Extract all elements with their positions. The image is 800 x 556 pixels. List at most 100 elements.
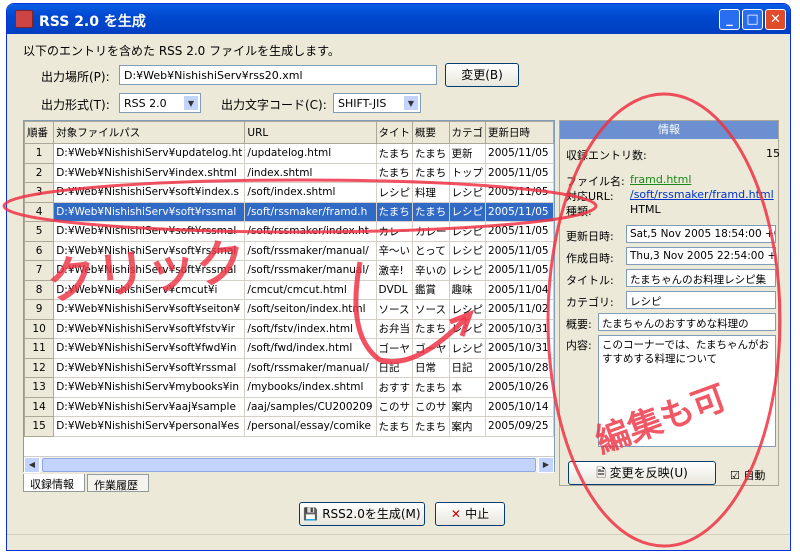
table-cell-category[interactable]: レシピ xyxy=(448,221,487,242)
table-cell-date[interactable]: 2005/10/14 xyxy=(485,396,554,417)
table-cell-url[interactable]: /updatelog.html xyxy=(244,143,377,164)
table-cell-num[interactable]: 12 xyxy=(24,357,55,378)
table-cell-summary[interactable]: ソース xyxy=(412,299,450,320)
table-cell-path[interactable]: D:¥Web¥NishishiServ¥soft¥fwd¥in xyxy=(53,338,246,359)
table-cell-category[interactable]: 更新 xyxy=(448,143,487,164)
table-cell-url[interactable]: /cmcut/cmcut.html xyxy=(244,279,377,300)
table-cell-title[interactable]: DVDL xyxy=(375,279,414,300)
column-header[interactable]: タイト xyxy=(375,121,414,144)
table-row[interactable]: 1 D:¥Web¥NishishiServ¥updatelog.ht/update… xyxy=(24,143,554,164)
table-cell-category[interactable]: 趣味 xyxy=(448,279,487,300)
table-cell-summary[interactable]: たまち xyxy=(412,162,450,183)
table-cell-summary[interactable]: ゴーヤ xyxy=(412,338,450,359)
table-cell-summary[interactable]: とって xyxy=(412,240,450,261)
scroll-thumb[interactable] xyxy=(42,458,536,472)
table-cell-url[interactable]: /soft/seiton/index.html xyxy=(244,299,377,320)
minimize-icon[interactable]: _ xyxy=(719,9,740,30)
table-cell-date[interactable]: 2005/11/05 xyxy=(485,240,554,261)
table-cell-category[interactable]: レシピ xyxy=(448,299,487,320)
table-cell-num[interactable]: 11 xyxy=(24,338,55,359)
url-link[interactable]: /soft/rssmaker/framd.html xyxy=(630,188,774,201)
table-row[interactable]: 3 D:¥Web¥NishishiServ¥soft¥index.s/soft/i… xyxy=(24,182,554,203)
table-cell-date[interactable]: 2005/10/28 xyxy=(485,357,554,378)
table-cell-path[interactable]: D:¥Web¥NishishiServ¥mybooks¥in xyxy=(53,377,246,398)
table-cell-title[interactable]: ソース xyxy=(375,299,414,320)
table-cell-url[interactable]: /soft/index.shtml xyxy=(244,182,377,203)
table-cell-category[interactable]: トップ xyxy=(448,162,487,183)
table-cell-num[interactable]: 14 xyxy=(24,396,55,417)
table-cell-summary[interactable]: カレー xyxy=(412,221,450,242)
horizontal-scrollbar[interactable]: ◀ ▶ xyxy=(24,456,554,473)
auto-checkbox[interactable]: ☑ 自動 xyxy=(730,467,765,483)
updated-field[interactable]: Sat,5 Nov 2005 18:54:00 +0 xyxy=(626,225,776,243)
table-cell-title[interactable]: 激辛! xyxy=(375,260,414,281)
table-cell-date[interactable]: 2005/11/05 xyxy=(485,221,554,242)
table-cell-num[interactable]: 2 xyxy=(24,162,55,183)
column-header[interactable]: 概要 xyxy=(412,121,450,144)
table-cell-url[interactable]: /aaj/samples/CU200209 xyxy=(244,396,377,417)
tab-entry-info[interactable]: 収録情報 xyxy=(23,474,85,492)
scroll-left-icon[interactable]: ◀ xyxy=(24,457,40,473)
table-row[interactable]: 12 D:¥Web¥NishishiServ¥soft¥rssmal/soft/r… xyxy=(24,357,554,378)
table-cell-category[interactable]: 案内 xyxy=(448,416,487,437)
table-cell-date[interactable]: 2005/11/05 xyxy=(485,143,554,164)
created-field[interactable]: Thu,3 Nov 2005 22:54:00 +0 xyxy=(626,247,776,265)
table-cell-num[interactable]: 4 xyxy=(24,201,55,222)
table-cell-url[interactable]: /soft/rssmaker/manual/ xyxy=(244,260,377,281)
table-cell-date[interactable]: 2005/11/05 xyxy=(485,182,554,203)
table-cell-title[interactable]: たまち xyxy=(375,162,414,183)
table-cell-title[interactable]: 辛〜い xyxy=(375,240,414,261)
table-cell-num[interactable]: 13 xyxy=(24,377,55,398)
table-row[interactable]: 14 D:¥Web¥NishishiServ¥aaj¥sample/aaj/sam… xyxy=(24,396,554,417)
table-cell-url[interactable]: /index.shtml xyxy=(244,162,377,183)
table-cell-title[interactable]: カレー xyxy=(375,221,414,242)
table-cell-category[interactable]: レシピ xyxy=(448,201,487,222)
table-cell-category[interactable]: レシピ xyxy=(448,260,487,281)
table-cell-num[interactable]: 1 xyxy=(24,143,55,164)
table-cell-summary[interactable]: たまち xyxy=(412,416,450,437)
summary-field[interactable]: たまちゃんのおすすめな料理の xyxy=(598,313,776,331)
table-cell-path[interactable]: D:¥Web¥NishishiServ¥index.shtml xyxy=(53,162,246,183)
table-cell-category[interactable]: レシピ xyxy=(448,338,487,359)
table-cell-category[interactable]: 案内 xyxy=(448,396,487,417)
apply-changes-button[interactable]: 🗎 変更を反映(U) xyxy=(568,461,716,485)
table-cell-title[interactable]: 日記 xyxy=(375,357,414,378)
table-cell-date[interactable]: 2005/11/04 xyxy=(485,279,554,300)
generate-rss-button[interactable]: 💾 RSS2.0を生成(M) xyxy=(299,502,425,526)
table-cell-path[interactable]: D:¥Web¥NishishiServ¥soft¥index.s xyxy=(53,182,246,203)
table-cell-date[interactable]: 2005/10/31 xyxy=(485,338,554,359)
file-name-link[interactable]: framd.html xyxy=(630,173,691,186)
table-cell-num[interactable]: 5 xyxy=(24,221,55,242)
table-cell-date[interactable]: 2005/10/31 xyxy=(485,318,554,339)
column-header[interactable]: 更新日時 xyxy=(485,121,554,144)
table-cell-category[interactable]: 日記 xyxy=(448,357,487,378)
table-cell-summary[interactable]: 日常 xyxy=(412,357,450,378)
change-path-button[interactable]: 変更(B) xyxy=(445,63,519,87)
checkbox-checked-icon[interactable]: ☑ xyxy=(730,469,740,482)
format-select[interactable]: RSS 2.0 ▼ xyxy=(119,93,201,113)
table-cell-url[interactable]: /soft/fwd/index.html xyxy=(244,338,377,359)
title-field[interactable]: たまちゃんのお料理レシピ集 xyxy=(626,269,776,287)
table-cell-num[interactable]: 3 xyxy=(24,182,55,203)
encoding-select[interactable]: SHIFT-JIS ▼ xyxy=(333,93,421,113)
table-cell-summary[interactable]: このサ xyxy=(412,396,450,417)
tab-work-history[interactable]: 作業履歴 xyxy=(87,474,149,492)
output-path-input[interactable]: D:¥Web¥NishishiServ¥rss20.xml xyxy=(119,65,437,85)
table-cell-path[interactable]: D:¥Web¥NishishiServ¥soft¥rssmal xyxy=(53,201,246,222)
table-cell-title[interactable]: たまち xyxy=(375,201,414,222)
table-cell-url[interactable]: /soft/rssmaker/index.ht xyxy=(244,221,377,242)
table-cell-url[interactable]: /soft/rssmaker/manual/ xyxy=(244,240,377,261)
table-cell-date[interactable]: 2005/11/05 xyxy=(485,162,554,183)
table-row[interactable]: 13 D:¥Web¥NishishiServ¥mybooks¥in/mybooks… xyxy=(24,377,554,398)
table-cell-date[interactable]: 2005/11/02 xyxy=(485,299,554,320)
table-cell-title[interactable]: たまち xyxy=(375,416,414,437)
table-cell-title[interactable]: このサ xyxy=(375,396,414,417)
table-cell-summary[interactable]: 辛いの xyxy=(412,260,450,281)
table-cell-path[interactable]: D:¥Web¥NishishiServ¥soft¥rssmal xyxy=(53,357,246,378)
table-cell-path[interactable]: D:¥Web¥NishishiServ¥soft¥fstv¥ir xyxy=(53,318,246,339)
table-cell-title[interactable]: お弁当 xyxy=(375,318,414,339)
table-cell-num[interactable]: 10 xyxy=(24,318,55,339)
table-cell-date[interactable]: 2005/11/05 xyxy=(485,201,554,222)
table-cell-url[interactable]: /mybooks/index.shtml xyxy=(244,377,377,398)
column-header[interactable]: 順番 xyxy=(24,121,55,144)
